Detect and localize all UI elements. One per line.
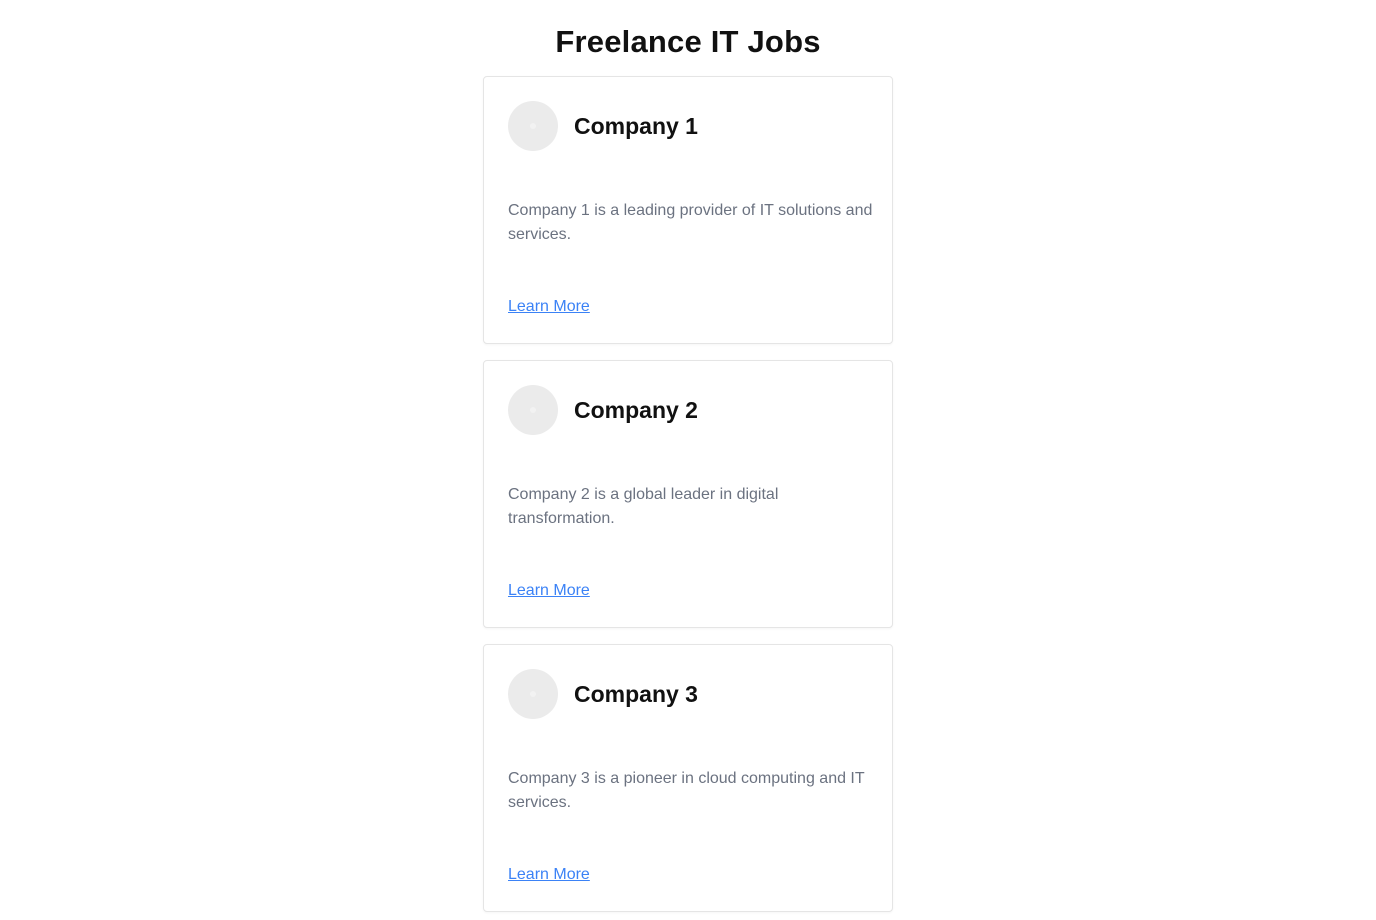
company-card: Company 3 Company 3 is a pioneer in clou… — [483, 644, 893, 912]
page: Freelance IT Jobs Company 1 Company 1 is… — [0, 0, 1376, 920]
company-name: Company 1 — [574, 112, 698, 139]
company-description: Company 2 is a global leader in digital … — [508, 486, 779, 527]
company-description: Company 3 is a pioneer in cloud computin… — [508, 770, 865, 811]
company-logo-icon — [508, 669, 558, 719]
company-card: Company 2 Company 2 is a global leader i… — [483, 360, 893, 628]
company-logo-icon — [508, 101, 558, 151]
company-name: Company 2 — [574, 396, 698, 423]
logo-placeholder-dot — [530, 691, 536, 697]
logo-placeholder-dot — [530, 407, 536, 413]
company-card: Company 1 Company 1 is a leading provide… — [483, 76, 893, 344]
logo-placeholder-dot — [530, 123, 536, 129]
learn-more-link[interactable]: Learn More — [508, 865, 590, 885]
company-logo-icon — [508, 385, 558, 435]
page-title: Freelance IT Jobs — [555, 24, 821, 59]
company-description: Company 1 is a leading provider of IT so… — [508, 202, 873, 243]
card-header: Company 3 — [508, 669, 698, 719]
learn-more-link[interactable]: Learn More — [508, 581, 590, 601]
company-list: Company 1 Company 1 is a leading provide… — [483, 76, 893, 920]
company-name: Company 3 — [574, 680, 698, 707]
card-header: Company 1 — [508, 101, 698, 151]
card-header: Company 2 — [508, 385, 698, 435]
learn-more-link[interactable]: Learn More — [508, 297, 590, 317]
